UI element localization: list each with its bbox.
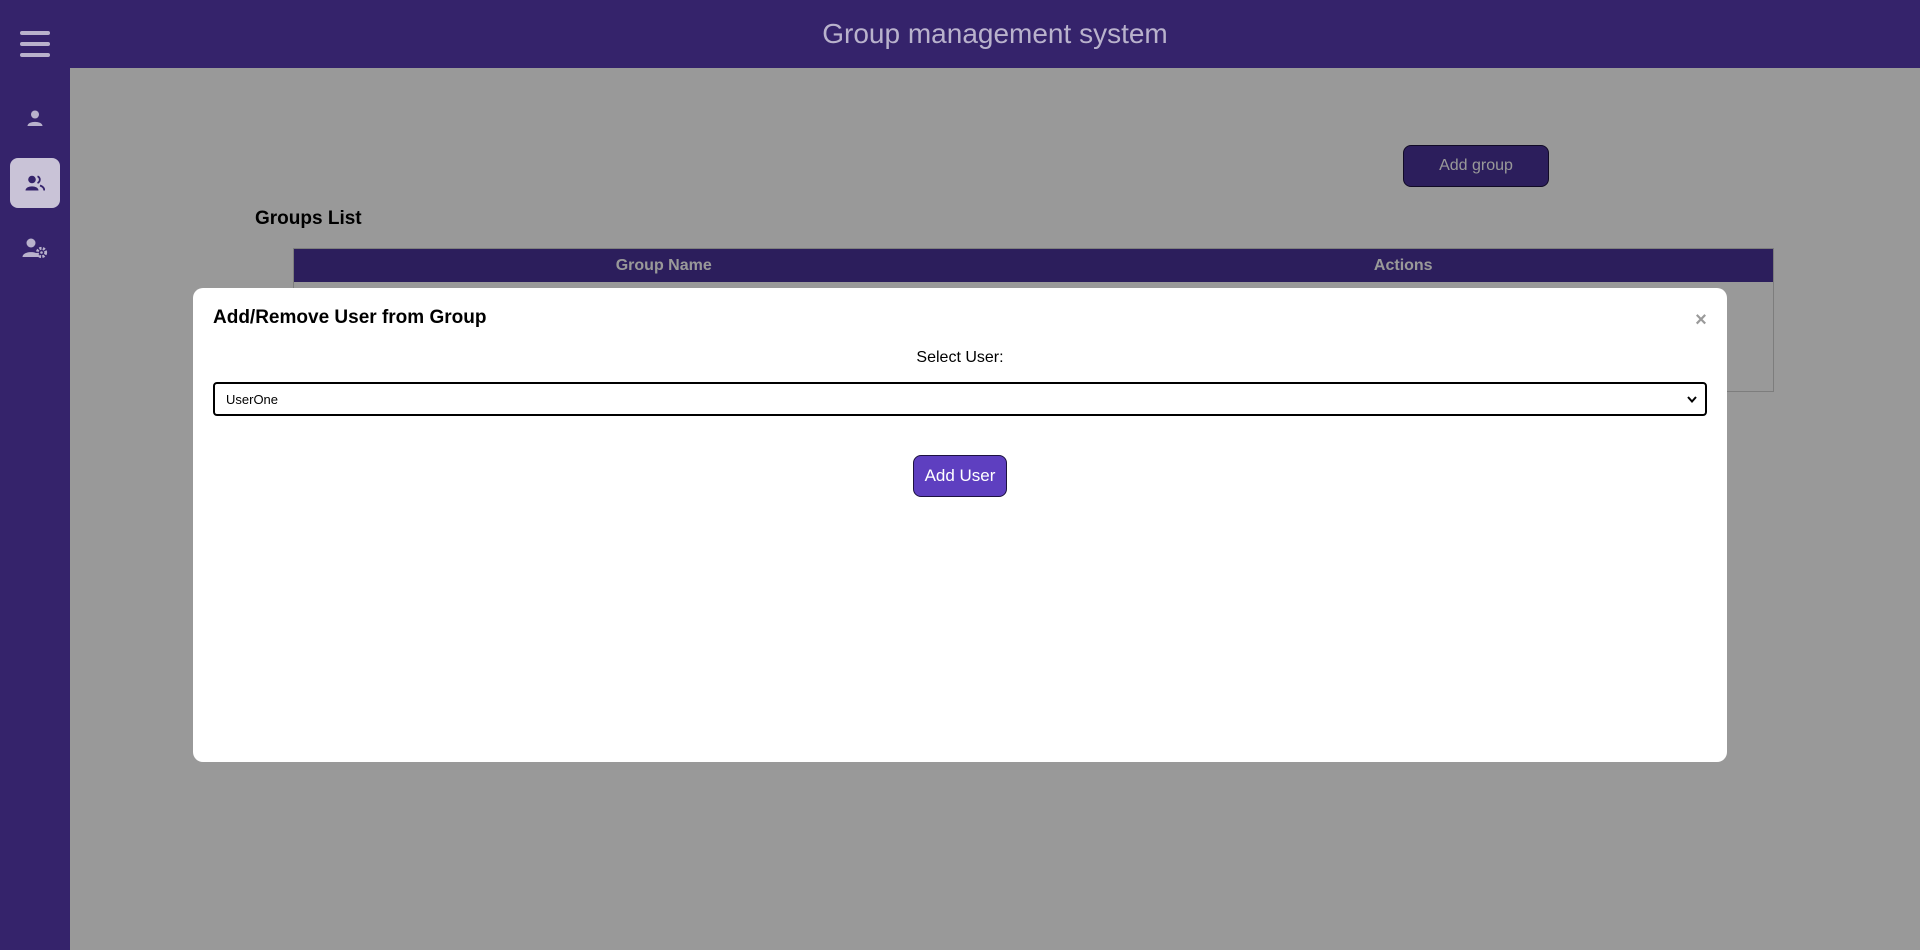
user-settings-icon (22, 238, 48, 259)
hamburger-menu-icon[interactable] (20, 31, 50, 57)
chevron-down-icon (1685, 395, 1699, 403)
user-select-dropdown[interactable]: UserOne (213, 382, 1707, 416)
add-remove-user-modal: Add/Remove User from Group × Select User… (193, 288, 1727, 762)
close-icon[interactable]: × (1691, 310, 1711, 330)
sidebar-item-users[interactable] (10, 93, 60, 143)
select-user-label: Select User: (916, 349, 1004, 366)
add-user-button[interactable]: Add User (913, 455, 1007, 497)
modal-title: Add/Remove User from Group (213, 307, 487, 328)
app-title: Group management system (822, 18, 1168, 49)
sidebar-item-user-settings[interactable] (10, 223, 60, 273)
user-icon (27, 110, 43, 126)
selected-user-value: UserOne (226, 391, 279, 407)
sidebar (0, 0, 70, 950)
app-header: Group management system (70, 0, 1920, 68)
sidebar-item-groups[interactable] (10, 158, 60, 208)
group-icon (25, 175, 45, 191)
